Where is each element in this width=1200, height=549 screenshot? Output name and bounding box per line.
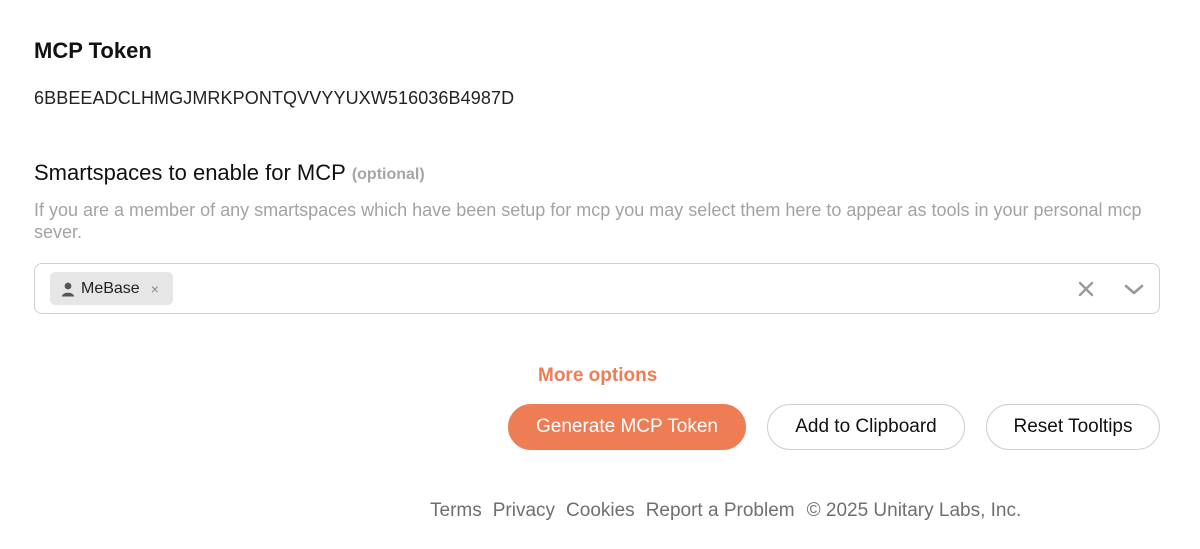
mcp-settings-page: MCP Token 6BBEEADCLHMGJMRKPONTQVVYYUXW51…	[0, 0, 1200, 549]
footer: Terms Privacy Cookies Report a Problem ©…	[430, 500, 1021, 522]
mcp-token-heading: MCP Token	[34, 38, 152, 63]
selected-chip: MeBase ×	[50, 272, 173, 305]
chip-label: MeBase	[81, 279, 140, 297]
close-icon[interactable]	[1075, 278, 1097, 300]
footer-terms-link[interactable]: Terms	[430, 500, 482, 522]
footer-privacy-link[interactable]: Privacy	[493, 500, 555, 522]
add-to-clipboard-button[interactable]: Add to Clipboard	[767, 404, 965, 450]
footer-copyright: © 2025 Unitary Labs, Inc.	[806, 500, 1022, 521]
more-options-link[interactable]: More options	[538, 365, 657, 387]
smartspaces-heading-label: Smartspaces to enable for MCP	[34, 160, 346, 185]
smartspaces-help-text: If you are a member of any smartspaces w…	[34, 200, 1142, 242]
generate-token-button[interactable]: Generate MCP Token	[508, 404, 746, 450]
smartspaces-multiselect[interactable]: MeBase ×	[34, 263, 1160, 314]
user-icon	[60, 281, 76, 297]
optional-label: (optional)	[351, 166, 425, 183]
footer-cookies-link[interactable]: Cookies	[566, 500, 635, 522]
smartspaces-heading: Smartspaces to enable for MCP (optional)	[34, 160, 425, 186]
footer-report-link[interactable]: Report a Problem	[646, 500, 795, 522]
chevron-down-icon[interactable]	[1121, 278, 1147, 300]
mcp-token-value: 6BBEEADCLHMGJMRKPONTQVVYYUXW516036B4987D	[34, 88, 515, 108]
reset-tooltips-button[interactable]: Reset Tooltips	[986, 404, 1160, 450]
chip-remove-button[interactable]: ×	[151, 281, 159, 297]
